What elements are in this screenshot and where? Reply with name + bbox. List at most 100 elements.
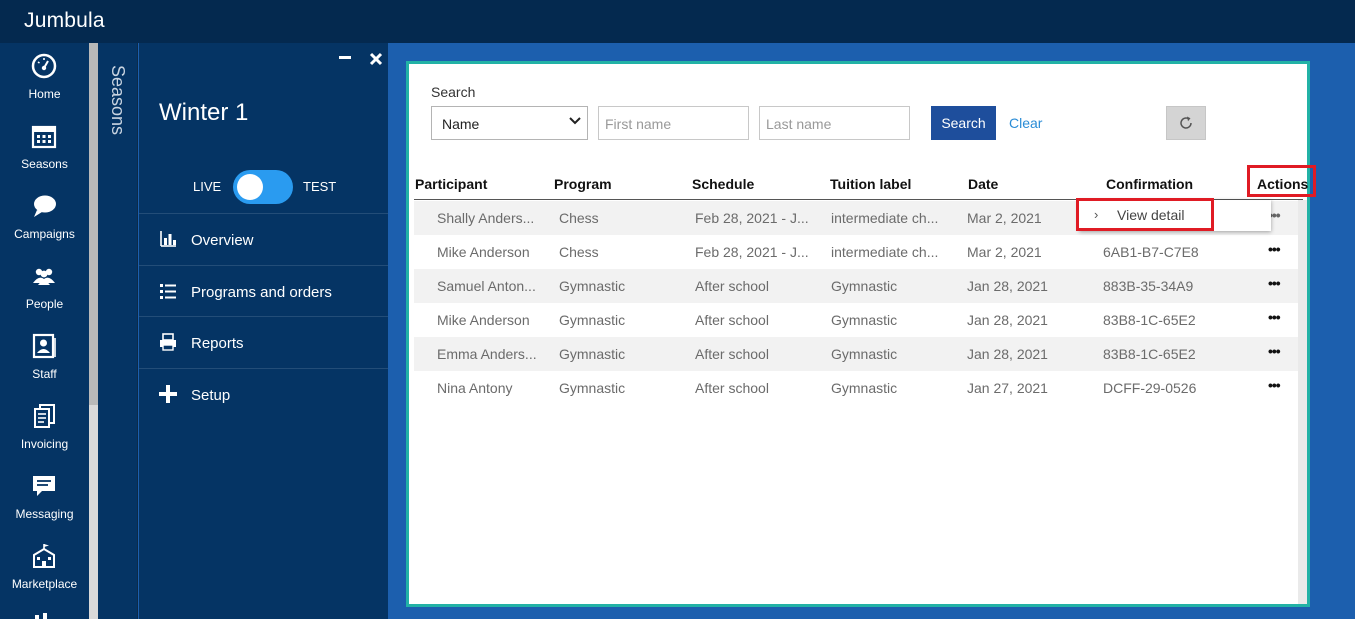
search-button[interactable]: Search <box>931 106 996 140</box>
col-header-tuition-label[interactable]: Tuition label <box>830 176 911 192</box>
cell-confirmation: 883B-35-34A9 <box>1103 278 1194 294</box>
nav-item-marketplace[interactable]: Marketplace <box>0 533 89 603</box>
nav-item-invoicing[interactable]: Invoicing <box>0 393 89 463</box>
cell-date: Jan 28, 2021 <box>967 346 1048 362</box>
col-header-date[interactable]: Date <box>968 176 998 192</box>
calendar-icon <box>31 125 57 149</box>
school-building-icon <box>33 544 55 568</box>
nav-label: Marketplace <box>11 577 78 591</box>
cell-tuition-label: Gymnastic <box>831 346 898 362</box>
chevron-down-icon <box>569 117 581 125</box>
row-actions-button[interactable]: ••• <box>1268 309 1281 325</box>
cell-date: Jan 28, 2021 <box>967 312 1048 328</box>
printer-icon <box>160 333 176 351</box>
bar-chart-icon <box>160 231 176 247</box>
nav-scrollbar[interactable] <box>89 43 98 619</box>
nav-label: Campaigns <box>14 227 75 241</box>
seasons-tab-label: Seasons <box>108 65 128 136</box>
close-icon[interactable] <box>369 47 383 72</box>
view-detail-highlight <box>1076 198 1214 231</box>
row-actions-button[interactable]: ••• <box>1268 241 1281 257</box>
menu-item-setup[interactable]: Setup <box>139 367 388 420</box>
cell-date: Mar 2, 2021 <box>967 210 1042 226</box>
nav-item-campaigns[interactable]: Campaigns <box>0 183 89 253</box>
row-actions-button[interactable]: ••• <box>1268 343 1281 359</box>
last-name-input[interactable]: Last name <box>759 106 910 140</box>
season-title: Winter 1 <box>159 99 249 126</box>
nav-label: Seasons <box>21 157 68 171</box>
cell-tuition-label: intermediate ch... <box>831 244 939 260</box>
cell-participant: Shally Anders... <box>437 210 535 226</box>
nav-item-staff[interactable]: Staff <box>0 323 89 393</box>
menu-label: Reports <box>191 335 244 352</box>
cell-schedule: After school <box>695 380 769 396</box>
nav-item-seasons[interactable]: Seasons <box>0 113 89 183</box>
cell-program: Gymnastic <box>559 380 626 396</box>
mode-toggle[interactable] <box>233 170 293 204</box>
invoice-stack-icon <box>34 404 55 428</box>
nav-label: People <box>25 297 64 311</box>
cell-program: Gymnastic <box>559 278 626 294</box>
table-header: Participant Program Schedule Tuition lab… <box>414 172 1308 200</box>
search-field-select[interactable]: Name <box>431 106 588 140</box>
orders-content: Search Name First name Last name Search … <box>406 61 1316 607</box>
minimize-icon[interactable] <box>339 45 351 59</box>
search-label: Search <box>431 84 476 100</box>
people-group-icon <box>33 268 55 285</box>
cell-schedule: Feb 28, 2021 - J... <box>695 210 809 226</box>
cell-confirmation: 6AB1-B7-C7E8 <box>1103 244 1199 260</box>
cell-program: Gymnastic <box>559 346 626 362</box>
col-header-participant[interactable]: Participant <box>415 176 487 192</box>
top-bar: Jumbula <box>0 0 1355 43</box>
cell-schedule: After school <box>695 312 769 328</box>
cell-confirmation: 83B8-1C-65E2 <box>1103 346 1196 362</box>
cell-program: Gymnastic <box>559 312 626 328</box>
table-row[interactable]: Mike Anderson Gymnastic After school Gymnas… <box>414 303 1298 337</box>
row-actions-button[interactable]: ••• <box>1268 275 1281 291</box>
clear-link[interactable]: Clear <box>1009 115 1042 131</box>
last-name-placeholder: Last name <box>766 116 832 132</box>
nav-label: Messaging <box>15 507 74 521</box>
cell-date: Jan 27, 2021 <box>967 380 1048 396</box>
cell-tuition-label: Gymnastic <box>831 312 898 328</box>
first-name-input[interactable]: First name <box>598 106 749 140</box>
cell-confirmation: DCFF-29-0526 <box>1103 380 1197 396</box>
nav-scrollbar-thumb[interactable] <box>89 405 98 619</box>
table-row[interactable]: Mike Anderson Chess Feb 28, 2021 - J... int… <box>414 235 1298 269</box>
cell-program: Chess <box>559 210 599 226</box>
nav-label: Staff <box>32 367 57 381</box>
cell-schedule: Feb 28, 2021 - J... <box>695 244 809 260</box>
nav-item-people[interactable]: People <box>0 253 89 323</box>
table-scrollbar[interactable] <box>1298 200 1307 604</box>
nav-label: Home <box>28 87 61 101</box>
menu-item-overview[interactable]: Overview <box>139 213 388 265</box>
cell-participant: Mike Anderson <box>437 244 530 260</box>
test-label: TEST <box>303 179 337 194</box>
toggle-knob <box>237 174 263 200</box>
table-row[interactable]: Nina Antony Gymnastic After school Gymnasti… <box>414 371 1298 405</box>
cell-date: Mar 2, 2021 <box>967 244 1042 260</box>
refresh-button[interactable] <box>1166 106 1206 140</box>
cell-participant: Emma Anders... <box>437 346 537 362</box>
seasons-tab[interactable]: Seasons <box>98 43 138 619</box>
cell-tuition-label: intermediate ch... <box>831 210 939 226</box>
cell-tuition-label: Gymnastic <box>831 380 898 396</box>
col-header-program[interactable]: Program <box>554 176 612 192</box>
table-row[interactable]: Emma Anders... Gymnastic After school Gymna… <box>414 337 1298 371</box>
nav-item-home[interactable]: Home <box>0 43 89 113</box>
nav-label: Invoicing <box>20 437 69 451</box>
col-header-confirmation[interactable]: Confirmation <box>1106 176 1193 192</box>
nav-item-messaging[interactable]: Messaging <box>0 463 89 533</box>
app-brand[interactable]: Jumbula <box>24 9 105 33</box>
list-icon <box>160 283 176 299</box>
table-row[interactable]: Samuel Anton... Gymnastic After school Gymn… <box>414 269 1298 303</box>
row-actions-button[interactable]: ••• <box>1268 377 1281 393</box>
col-header-schedule[interactable]: Schedule <box>692 176 754 192</box>
speech-bubbles-icon <box>34 195 56 217</box>
menu-item-programs-and-orders[interactable]: Programs and orders <box>139 264 388 317</box>
search-field-value: Name <box>442 116 480 132</box>
cell-tuition-label: Gymnastic <box>831 278 898 294</box>
menu-item-reports[interactable]: Reports <box>139 316 388 368</box>
refresh-icon <box>1180 116 1192 129</box>
actions-header-highlight <box>1247 165 1316 197</box>
